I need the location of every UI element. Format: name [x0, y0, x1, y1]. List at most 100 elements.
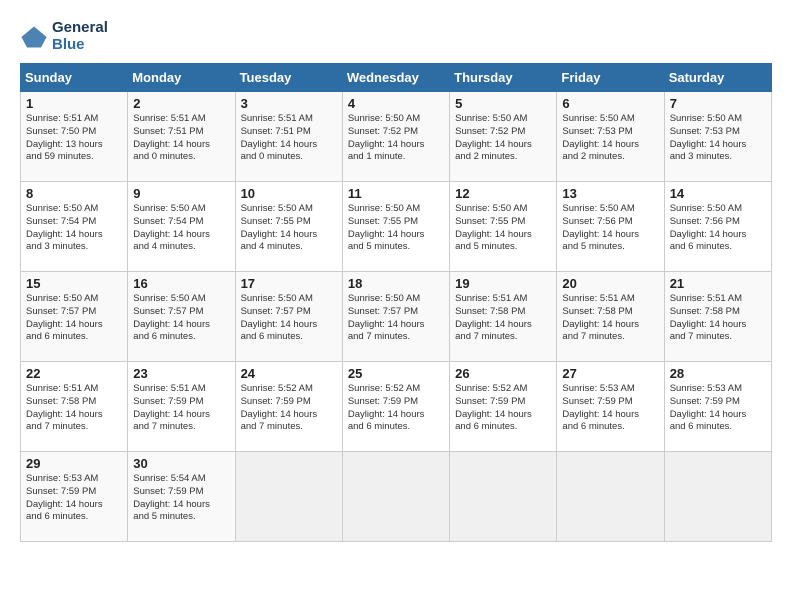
calendar-cell: 6 Sunrise: 5:50 AM Sunset: 7:53 PM Daylig… — [557, 92, 664, 182]
calendar-header-row: SundayMondayTuesdayWednesdayThursdayFrid… — [21, 64, 772, 92]
logo: General Blue — [20, 20, 108, 53]
day-number: 27 — [562, 366, 658, 381]
day-number: 28 — [670, 366, 766, 381]
day-number: 13 — [562, 186, 658, 201]
header-day-thursday: Thursday — [450, 64, 557, 92]
header-day-monday: Monday — [128, 64, 235, 92]
cell-info: Sunrise: 5:54 AM Sunset: 7:59 PM Dayligh… — [133, 473, 229, 524]
calendar-cell: 25 Sunrise: 5:52 AM Sunset: 7:59 PM Dayli… — [342, 362, 449, 452]
day-number: 10 — [241, 186, 337, 201]
day-number: 22 — [26, 366, 122, 381]
day-number: 4 — [348, 96, 444, 111]
day-number: 15 — [26, 276, 122, 291]
calendar-cell — [235, 452, 342, 542]
calendar-cell: 26 Sunrise: 5:52 AM Sunset: 7:59 PM Dayli… — [450, 362, 557, 452]
cell-info: Sunrise: 5:50 AM Sunset: 7:52 PM Dayligh… — [348, 113, 444, 164]
calendar-week-row: 22 Sunrise: 5:51 AM Sunset: 7:58 PM Dayli… — [21, 362, 772, 452]
cell-info: Sunrise: 5:53 AM Sunset: 7:59 PM Dayligh… — [562, 383, 658, 434]
calendar-cell: 4 Sunrise: 5:50 AM Sunset: 7:52 PM Daylig… — [342, 92, 449, 182]
day-number: 20 — [562, 276, 658, 291]
calendar-table: SundayMondayTuesdayWednesdayThursdayFrid… — [20, 63, 772, 542]
calendar-cell: 30 Sunrise: 5:54 AM Sunset: 7:59 PM Dayli… — [128, 452, 235, 542]
cell-info: Sunrise: 5:50 AM Sunset: 7:55 PM Dayligh… — [241, 203, 337, 254]
calendar-week-row: 29 Sunrise: 5:53 AM Sunset: 7:59 PM Dayli… — [21, 452, 772, 542]
header: General Blue — [20, 20, 772, 53]
cell-info: Sunrise: 5:50 AM Sunset: 7:55 PM Dayligh… — [348, 203, 444, 254]
calendar-cell: 21 Sunrise: 5:51 AM Sunset: 7:58 PM Dayli… — [664, 272, 771, 362]
calendar-cell: 5 Sunrise: 5:50 AM Sunset: 7:52 PM Daylig… — [450, 92, 557, 182]
day-number: 21 — [670, 276, 766, 291]
calendar-cell — [342, 452, 449, 542]
cell-info: Sunrise: 5:50 AM Sunset: 7:53 PM Dayligh… — [670, 113, 766, 164]
calendar-cell: 17 Sunrise: 5:50 AM Sunset: 7:57 PM Dayli… — [235, 272, 342, 362]
cell-info: Sunrise: 5:51 AM Sunset: 7:50 PM Dayligh… — [26, 113, 122, 164]
cell-info: Sunrise: 5:51 AM Sunset: 7:58 PM Dayligh… — [26, 383, 122, 434]
cell-info: Sunrise: 5:52 AM Sunset: 7:59 PM Dayligh… — [455, 383, 551, 434]
calendar-cell: 10 Sunrise: 5:50 AM Sunset: 7:55 PM Dayli… — [235, 182, 342, 272]
calendar-cell: 1 Sunrise: 5:51 AM Sunset: 7:50 PM Daylig… — [21, 92, 128, 182]
calendar-cell: 29 Sunrise: 5:53 AM Sunset: 7:59 PM Dayli… — [21, 452, 128, 542]
cell-info: Sunrise: 5:50 AM Sunset: 7:54 PM Dayligh… — [26, 203, 122, 254]
calendar-cell: 23 Sunrise: 5:51 AM Sunset: 7:59 PM Dayli… — [128, 362, 235, 452]
header-day-tuesday: Tuesday — [235, 64, 342, 92]
calendar-cell — [664, 452, 771, 542]
cell-info: Sunrise: 5:50 AM Sunset: 7:56 PM Dayligh… — [670, 203, 766, 254]
calendar-cell: 18Sunrise: 5:50 AM Sunset: 7:57 PM Dayli… — [342, 272, 449, 362]
day-number: 19 — [455, 276, 551, 291]
cell-info: Sunrise: 5:51 AM Sunset: 7:51 PM Dayligh… — [241, 113, 337, 164]
day-number: 9 — [133, 186, 229, 201]
logo-icon — [20, 23, 48, 51]
header-day-saturday: Saturday — [664, 64, 771, 92]
cell-info: Sunrise: 5:52 AM Sunset: 7:59 PM Dayligh… — [348, 383, 444, 434]
day-number: 6 — [562, 96, 658, 111]
day-number: 12 — [455, 186, 551, 201]
day-number: 23 — [133, 366, 229, 381]
calendar-cell: 22 Sunrise: 5:51 AM Sunset: 7:58 PM Dayli… — [21, 362, 128, 452]
cell-info: Sunrise: 5:52 AM Sunset: 7:59 PM Dayligh… — [241, 383, 337, 434]
day-number: 1 — [26, 96, 122, 111]
cell-info: Sunrise: 5:50 AM Sunset: 7:57 PM Dayligh… — [26, 293, 122, 344]
calendar-cell: 24 Sunrise: 5:52 AM Sunset: 7:59 PM Dayli… — [235, 362, 342, 452]
cell-info: Sunrise: 5:51 AM Sunset: 7:58 PM Dayligh… — [670, 293, 766, 344]
day-number: 25 — [348, 366, 444, 381]
calendar-week-row: 15 Sunrise: 5:50 AM Sunset: 7:57 PM Dayli… — [21, 272, 772, 362]
calendar-cell: 13 Sunrise: 5:50 AM Sunset: 7:56 PM Dayli… — [557, 182, 664, 272]
calendar-cell: 11 Sunrise: 5:50 AM Sunset: 7:55 PM Dayli… — [342, 182, 449, 272]
cell-info: Sunrise: 5:50 AM Sunset: 7:55 PM Dayligh… — [455, 203, 551, 254]
calendar-cell: 15 Sunrise: 5:50 AM Sunset: 7:57 PM Dayli… — [21, 272, 128, 362]
calendar-cell: 16 Sunrise: 5:50 AM Sunset: 7:57 PM Dayli… — [128, 272, 235, 362]
cell-info: Sunrise: 5:50 AM Sunset: 7:52 PM Dayligh… — [455, 113, 551, 164]
calendar-cell: 28Sunrise: 5:53 AM Sunset: 7:59 PM Dayli… — [664, 362, 771, 452]
calendar-cell: 7Sunrise: 5:50 AM Sunset: 7:53 PM Daylig… — [664, 92, 771, 182]
day-number: 17 — [241, 276, 337, 291]
calendar-cell — [450, 452, 557, 542]
day-number: 5 — [455, 96, 551, 111]
calendar-cell: 19 Sunrise: 5:51 AM Sunset: 7:58 PM Dayli… — [450, 272, 557, 362]
calendar-cell: 14 Sunrise: 5:50 AM Sunset: 7:56 PM Dayli… — [664, 182, 771, 272]
day-number: 29 — [26, 456, 122, 471]
day-number: 30 — [133, 456, 229, 471]
calendar-cell: 8Sunrise: 5:50 AM Sunset: 7:54 PM Daylig… — [21, 182, 128, 272]
calendar-cell: 9Sunrise: 5:50 AM Sunset: 7:54 PM Daylig… — [128, 182, 235, 272]
day-number: 2 — [133, 96, 229, 111]
cell-info: Sunrise: 5:53 AM Sunset: 7:59 PM Dayligh… — [26, 473, 122, 524]
day-number: 11 — [348, 186, 444, 201]
calendar-week-row: 8Sunrise: 5:50 AM Sunset: 7:54 PM Daylig… — [21, 182, 772, 272]
day-number: 16 — [133, 276, 229, 291]
cell-info: Sunrise: 5:50 AM Sunset: 7:57 PM Dayligh… — [133, 293, 229, 344]
cell-info: Sunrise: 5:50 AM Sunset: 7:56 PM Dayligh… — [562, 203, 658, 254]
cell-info: Sunrise: 5:51 AM Sunset: 7:58 PM Dayligh… — [455, 293, 551, 344]
cell-info: Sunrise: 5:50 AM Sunset: 7:53 PM Dayligh… — [562, 113, 658, 164]
day-number: 3 — [241, 96, 337, 111]
day-number: 14 — [670, 186, 766, 201]
header-day-sunday: Sunday — [21, 64, 128, 92]
day-number: 18 — [348, 276, 444, 291]
day-number: 26 — [455, 366, 551, 381]
header-day-friday: Friday — [557, 64, 664, 92]
day-number: 24 — [241, 366, 337, 381]
logo-text: General Blue — [52, 20, 108, 53]
calendar-week-row: 1 Sunrise: 5:51 AM Sunset: 7:50 PM Daylig… — [21, 92, 772, 182]
cell-info: Sunrise: 5:51 AM Sunset: 7:58 PM Dayligh… — [562, 293, 658, 344]
cell-info: Sunrise: 5:50 AM Sunset: 7:57 PM Dayligh… — [241, 293, 337, 344]
cell-info: Sunrise: 5:51 AM Sunset: 7:59 PM Dayligh… — [133, 383, 229, 434]
